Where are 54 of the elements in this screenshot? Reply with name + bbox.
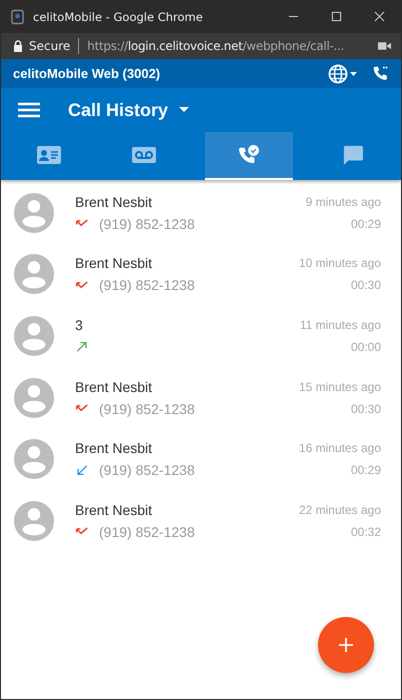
window-title: celitoMobile - Google Chrome xyxy=(33,10,204,24)
avatar-icon xyxy=(13,253,55,296)
call-duration: 00:29 xyxy=(350,216,381,231)
menu-icon[interactable] xyxy=(18,102,40,118)
contact-name: Brent Nesbit xyxy=(75,440,154,456)
call-time: 22 minutes ago xyxy=(298,502,381,517)
chat-bubble-icon xyxy=(341,145,366,165)
camera-icon[interactable] xyxy=(378,41,391,51)
phone-number: (919) 852-1238 xyxy=(99,216,195,232)
contact-card-icon xyxy=(36,145,61,165)
add-button[interactable] xyxy=(318,617,374,673)
security-label: Secure xyxy=(29,39,70,53)
call-duration: 00:30 xyxy=(350,402,381,416)
call-duration: 00:32 xyxy=(350,524,381,539)
call-history-item[interactable]: 3 11 minutes ago 00:00 xyxy=(1,305,401,367)
phone-number: (919) 852-1238 xyxy=(99,524,195,540)
call-duration: 00:30 xyxy=(350,278,381,292)
phone-number: (919) 852-1238 xyxy=(99,400,195,417)
phone-clock-icon xyxy=(236,145,261,165)
avatar-icon xyxy=(13,500,55,542)
call-history-item[interactable]: Brent Nesbit (919) 852-1238 22 minutes ago 00:32 xyxy=(1,490,401,552)
contact-name: Brent Nesbit xyxy=(75,194,154,210)
call-time: 11 minutes ago xyxy=(300,318,381,332)
call-duration: 00:00 xyxy=(350,340,381,354)
avatar-icon xyxy=(13,376,55,419)
call-history-item[interactable]: Brent Nesbit (919) 852-1238 15 minutes ago 00:30 xyxy=(1,366,401,428)
call-time: 15 minutes ago xyxy=(298,380,381,394)
phone-icon[interactable] xyxy=(372,65,389,82)
caret-icon xyxy=(179,107,190,113)
url-text[interactable]: https://login.celitovoice.net/webphone/call-... xyxy=(87,39,372,53)
phone-number: (919) 852-1238 xyxy=(99,277,195,294)
app-icon xyxy=(11,8,24,24)
call-time: 16 minutes ago xyxy=(298,441,381,456)
lock-icon xyxy=(13,40,23,52)
contact-name: Brent Nesbit xyxy=(75,378,154,395)
contact-name: Brent Nesbit xyxy=(75,255,154,272)
call-time: 9 minutes ago xyxy=(306,194,381,209)
call-history-item[interactable]: Brent Nesbit (919) 852-1238 10 minutes ago 00:30 xyxy=(1,244,401,306)
tab[interactable] xyxy=(204,132,293,180)
voicemail-icon xyxy=(132,145,156,165)
call-time: 10 minutes ago xyxy=(298,256,381,270)
plus-icon xyxy=(339,638,353,652)
phone-number: (919) 852-1238 xyxy=(99,462,195,478)
contact-name: Brent Nesbit xyxy=(75,502,154,518)
app-title: celitoMobile Web (3002) xyxy=(13,66,162,81)
contact-name: 3 xyxy=(75,316,84,333)
page-title-dropdown[interactable]: Call History xyxy=(68,100,190,120)
globe-dropdown-icon[interactable] xyxy=(328,64,358,84)
call-history-item[interactable]: Brent Nesbit (919) 852-1238 9 minutes ago 00:29 xyxy=(1,182,401,244)
avatar-icon xyxy=(13,192,55,234)
call-history-item[interactable]: Brent Nesbit (919) 852-1238 16 minutes ago 00:29 xyxy=(1,428,401,490)
avatar-icon xyxy=(13,438,55,480)
avatar-icon xyxy=(13,314,55,357)
call-duration: 00:29 xyxy=(350,463,381,478)
